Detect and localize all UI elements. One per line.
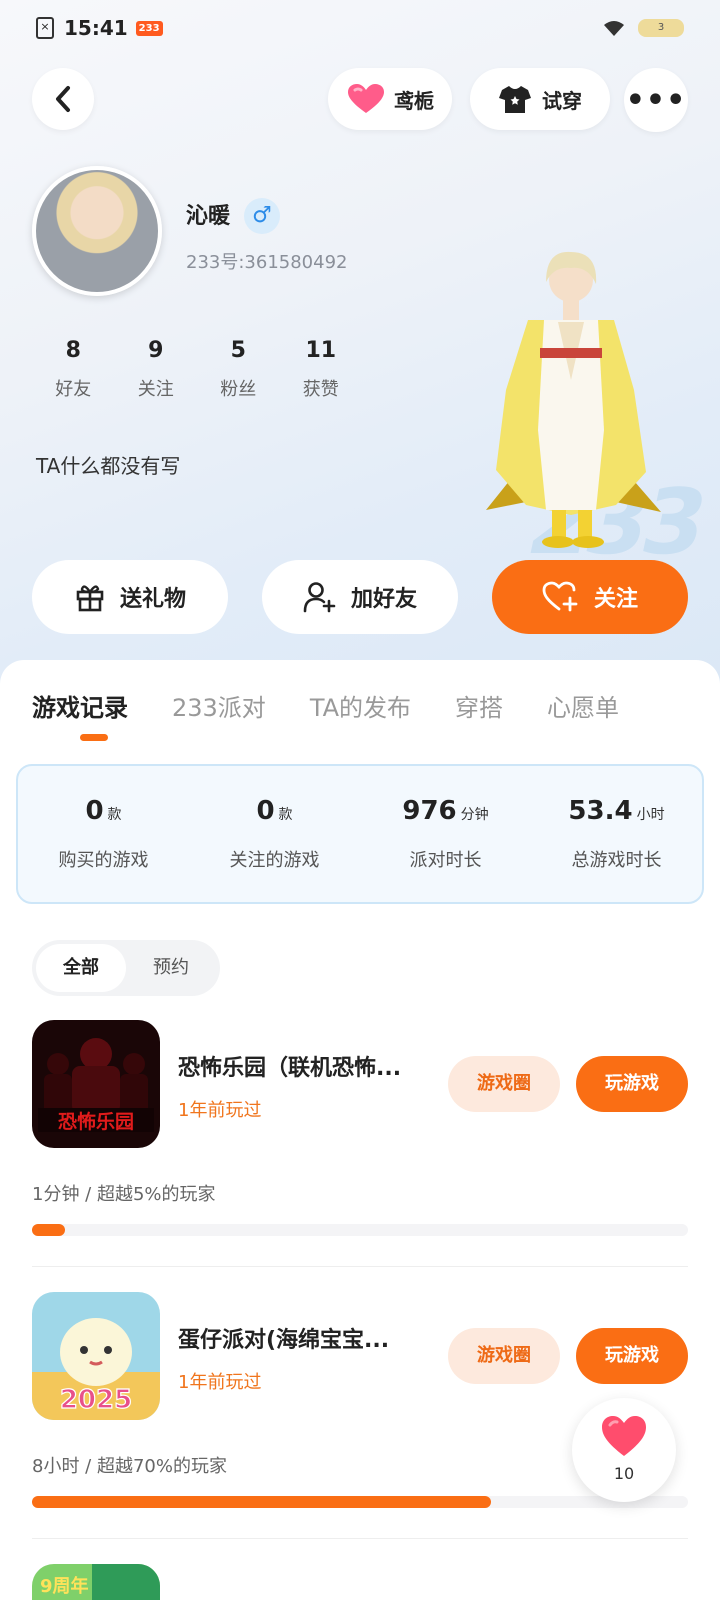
stat-label: 好友 xyxy=(55,379,92,400)
stat-value: 8 xyxy=(65,338,81,363)
try-on-label: 试穿 xyxy=(542,88,582,113)
summary-label: 派对时长 xyxy=(409,850,482,871)
back-button[interactable] xyxy=(32,68,94,130)
heart-icon xyxy=(348,84,384,113)
playtime-progress-bar xyxy=(32,1496,688,1508)
user-bio: TA什么都没有写 xyxy=(36,454,181,478)
playtime-progress-fill xyxy=(32,1496,492,1508)
male-icon: ♂ xyxy=(244,198,280,234)
add-friend-button[interactable]: 加好友 xyxy=(262,560,458,634)
stat-value: 9 xyxy=(148,338,164,363)
profile-tabs: 游戏记录 233派对 TA的发布 穿搭 心愿单 xyxy=(32,688,663,741)
summary-unit: 款 xyxy=(278,807,293,823)
tab-posts[interactable]: TA的发布 xyxy=(310,688,411,723)
divider xyxy=(32,1538,688,1539)
stat-value: 11 xyxy=(305,338,337,363)
status-bar: × 15:41 233 3 xyxy=(36,12,684,44)
game-icon-text: 9周年 xyxy=(40,1575,89,1597)
summary-label: 总游戏时长 xyxy=(571,850,662,871)
summary-purchased: 0款 购买的游戏 xyxy=(18,766,189,902)
summary-label: 购买的游戏 xyxy=(58,850,149,871)
stat-label: 粉丝 xyxy=(220,379,257,400)
summary-label: 关注的游戏 xyxy=(229,850,320,871)
send-gift-label: 送礼物 xyxy=(119,587,186,612)
game-icon-text: 2025 xyxy=(60,1385,132,1415)
stat-friends[interactable]: 8 好友 xyxy=(32,338,115,401)
gift-received-button[interactable]: 鸢栀 xyxy=(328,68,452,130)
summary-total-time: 53.4 小时 总游戏时长 xyxy=(531,766,702,902)
floating-like-button[interactable]: 10 xyxy=(572,1398,676,1502)
game-icon-horror-park[interactable]: 恐怖乐园 xyxy=(32,1020,160,1148)
game-icon-partial[interactable]: 9周年 xyxy=(32,1564,160,1600)
avatar-character-figure[interactable] xyxy=(466,240,676,560)
tab-233-party[interactable]: 233派对 xyxy=(172,688,266,723)
summary-unit: 小时 xyxy=(636,807,665,823)
game-summary-card: 0款 购买的游戏 0款 关注的游戏 976 分钟 派对时长 53.4 小时 总游戏时… xyxy=(16,764,704,904)
add-user-icon xyxy=(303,582,336,613)
stat-label: 关注 xyxy=(137,379,174,400)
game-last-played: 1年前玩过 xyxy=(178,1100,262,1121)
heart-icon xyxy=(602,1416,646,1456)
chevron-left-icon xyxy=(56,86,70,112)
more-dots-icon: ••• xyxy=(625,82,687,118)
stat-label: 获赞 xyxy=(302,379,339,400)
battery-icon: 3 xyxy=(638,19,684,37)
divider xyxy=(32,1266,688,1267)
game-icon-text: 恐怖乐园 xyxy=(58,1110,134,1133)
stat-likes[interactable]: 11 获赞 xyxy=(280,338,363,401)
game-title[interactable]: 恐怖乐园（联机恐怖... xyxy=(178,1050,438,1082)
status-time: 15:41 xyxy=(64,16,128,40)
summary-value: 0 xyxy=(256,796,275,826)
profile-stats: 8 好友 9 关注 5 粉丝 11 获赞 xyxy=(32,338,362,401)
summary-followed: 0款 关注的游戏 xyxy=(189,766,360,902)
summary-value: 976 xyxy=(402,796,457,826)
playtime-progress-bar xyxy=(32,1224,688,1236)
game-circle-button[interactable]: 游戏圈 xyxy=(448,1056,560,1112)
sim-icon: × xyxy=(36,17,54,39)
try-on-button[interactable]: 试穿 xyxy=(470,68,610,130)
stat-fans[interactable]: 5 粉丝 xyxy=(197,338,280,401)
game-playtime-meta: 8小时 / 超越70%的玩家 xyxy=(32,1456,227,1477)
follow-label: 关注 xyxy=(593,587,638,612)
avatar[interactable] xyxy=(32,166,162,296)
filter-all[interactable]: 全部 xyxy=(36,944,126,992)
summary-value: 0 xyxy=(85,796,104,826)
wifi-icon xyxy=(604,21,624,36)
play-game-button[interactable]: 玩游戏 xyxy=(576,1056,688,1112)
play-game-button[interactable]: 玩游戏 xyxy=(576,1328,688,1384)
summary-value: 53.4 xyxy=(568,796,633,826)
user-name: 沁暖 xyxy=(186,204,231,229)
summary-unit: 分钟 xyxy=(460,807,489,823)
send-gift-button[interactable]: 送礼物 xyxy=(32,560,228,634)
gift-icon xyxy=(76,585,104,612)
summary-party-time: 976 分钟 派对时长 xyxy=(360,766,531,902)
game-last-played: 1年前玩过 xyxy=(178,1372,262,1393)
gift-received-label: 鸢栀 xyxy=(394,88,434,113)
stat-following[interactable]: 9 关注 xyxy=(115,338,198,401)
filter-reserve[interactable]: 预约 xyxy=(126,944,216,992)
game-title[interactable]: 蛋仔派对(海绵宝宝... xyxy=(178,1322,438,1354)
tshirt-icon xyxy=(499,86,531,113)
tab-wishlist[interactable]: 心愿单 xyxy=(547,688,619,723)
tab-outfits[interactable]: 穿搭 xyxy=(455,688,503,723)
follow-button[interactable]: 关注 xyxy=(492,560,688,634)
heart-plus-icon xyxy=(542,581,578,612)
game-playtime-meta: 1分钟 / 超越5%的玩家 xyxy=(32,1184,216,1205)
tab-game-records[interactable]: 游戏记录 xyxy=(32,688,128,741)
game-filter-toggle: 全部 预约 xyxy=(32,940,220,996)
user-id: 233号:361580492 xyxy=(186,252,348,273)
stat-value: 5 xyxy=(230,338,246,363)
add-friend-label: 加好友 xyxy=(350,587,417,612)
app-badge: 233 xyxy=(135,20,163,36)
more-options-button[interactable]: ••• xyxy=(624,68,688,132)
game-circle-button[interactable]: 游戏圈 xyxy=(448,1328,560,1384)
summary-unit: 款 xyxy=(107,807,122,823)
game-icon-eggy-party[interactable]: 2025 xyxy=(32,1292,160,1420)
like-count: 10 xyxy=(613,1464,635,1483)
playtime-progress-fill xyxy=(32,1224,65,1236)
